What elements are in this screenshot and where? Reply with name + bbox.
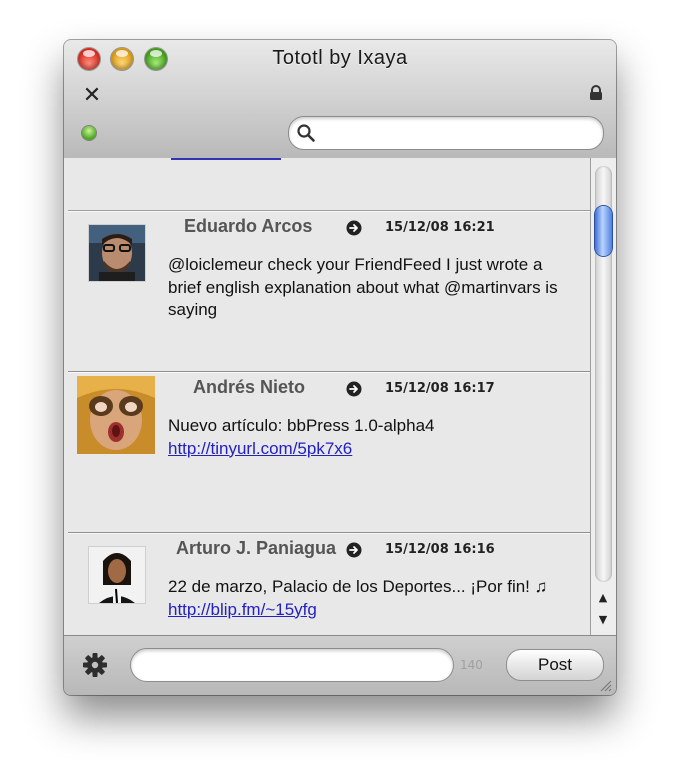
compose-bar: 140 Post: [64, 635, 616, 695]
tweet-author[interactable]: Arturo J. Paniagua: [176, 538, 340, 559]
tweet-author[interactable]: Eduardo Arcos: [184, 216, 342, 237]
resize-grip-icon[interactable]: [598, 678, 612, 692]
avatar[interactable]: [88, 546, 146, 604]
tweet-date: 15/12/08 16:21: [385, 220, 495, 235]
tweet-text-content: 22 de marzo, Palacio de los Deportes... …: [168, 577, 548, 596]
tweet-timeline[interactable]: Eduardo Arcos 15/12/08 16:21 @loiclemeur…: [64, 158, 590, 635]
tweet-author[interactable]: Andrés Nieto: [193, 377, 343, 398]
character-counter: 140: [460, 658, 483, 672]
tweet-text: 22 de marzo, Palacio de los Deportes... …: [168, 576, 568, 621]
search-input[interactable]: [321, 122, 595, 146]
title-bar: Tototl by Ixaya ✕: [64, 40, 616, 159]
arrow-right-circle-icon[interactable]: [346, 220, 362, 236]
previous-link-underline: [171, 158, 281, 160]
scroll-thumb[interactable]: [595, 206, 612, 256]
tweet-text: @loiclemeur check your FriendFeed I just…: [168, 254, 568, 322]
scroll-up-arrow-icon[interactable]: ▲: [597, 592, 609, 604]
search-icon: [297, 124, 315, 142]
tweet-link[interactable]: http://blip.fm/~15yfg: [168, 600, 317, 619]
window-title: Tototl by Ixaya: [272, 47, 408, 69]
arrow-right-circle-icon[interactable]: [346, 381, 362, 397]
online-status-icon: [82, 126, 96, 140]
lock-icon: [590, 85, 602, 100]
avatar[interactable]: [88, 224, 146, 282]
tweet-item[interactable]: Eduardo Arcos 15/12/08 16:21 @loiclemeur…: [68, 211, 590, 372]
gear-icon[interactable]: [82, 652, 108, 678]
search-field[interactable]: [288, 116, 604, 150]
close-x-icon[interactable]: ✕: [82, 84, 102, 108]
tweet-item[interactable]: Andrés Nieto 15/12/08 16:17 Nuevo artícu…: [68, 372, 590, 533]
vertical-scrollbar[interactable]: ▲ ▼: [590, 158, 616, 635]
app-window: Tototl by Ixaya ✕ Eduardo Arcos 15/12/08…: [64, 40, 616, 695]
arrow-right-circle-icon[interactable]: [346, 542, 362, 558]
tweet-text-content: Nuevo artículo: bbPress 1.0-alpha4: [168, 416, 435, 435]
tweet-text: Nuevo artículo: bbPress 1.0-alpha4 http:…: [168, 415, 548, 460]
tweet-text-content: @loiclemeur check your FriendFeed I just…: [168, 255, 558, 319]
post-button[interactable]: Post: [506, 649, 604, 681]
tweet-link[interactable]: http://tinyurl.com/5pk7x6: [168, 439, 352, 458]
tweet-date: 15/12/08 16:16: [385, 542, 495, 557]
compose-input[interactable]: [130, 648, 454, 682]
tweet-date: 15/12/08 16:17: [385, 381, 495, 396]
previous-tweet-fragment: [68, 158, 590, 211]
scroll-down-arrow-icon[interactable]: ▼: [597, 614, 609, 626]
tweet-item[interactable]: Arturo J. Paniagua 15/12/08 16:16 22 de …: [68, 533, 590, 635]
avatar[interactable]: [77, 376, 155, 454]
